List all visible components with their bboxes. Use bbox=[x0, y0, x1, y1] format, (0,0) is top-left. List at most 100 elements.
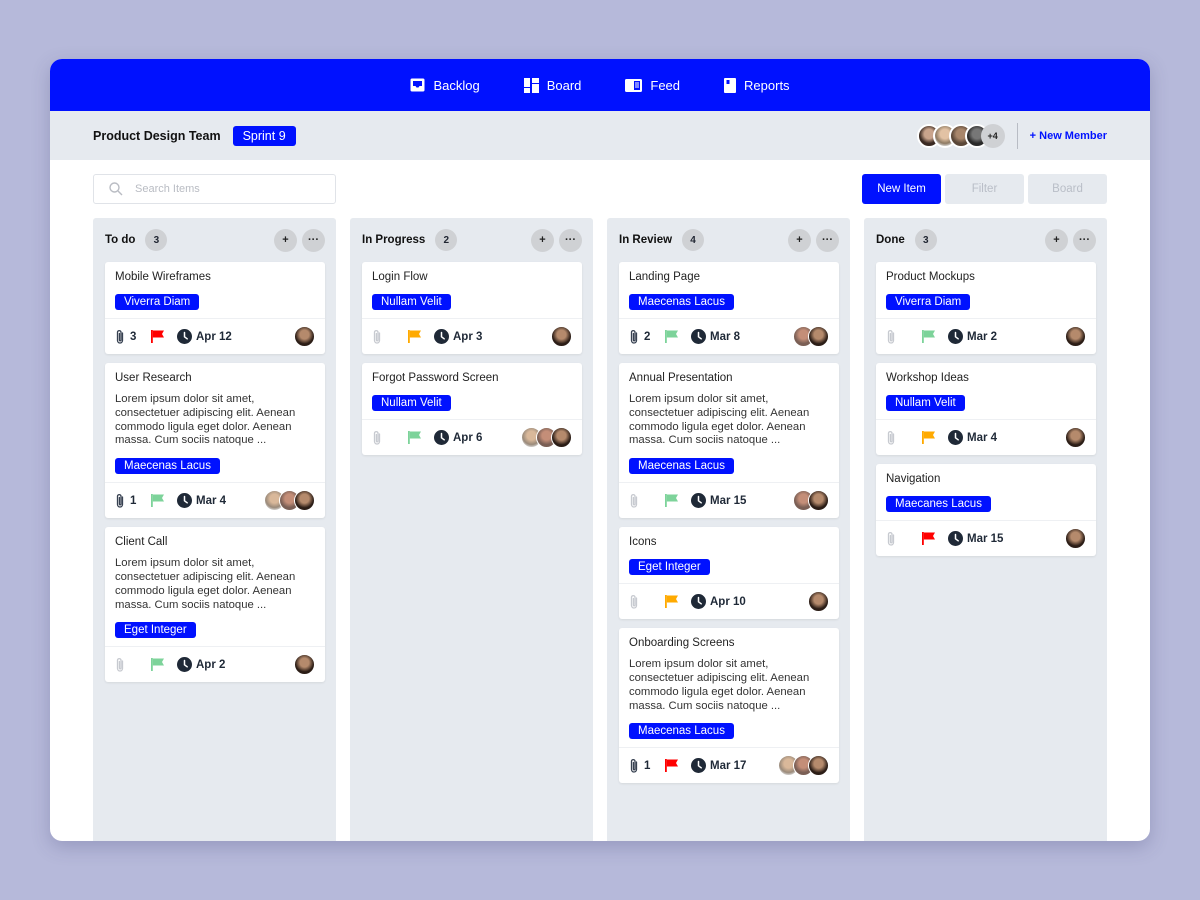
card-assignees[interactable] bbox=[294, 654, 315, 676]
add-card-button[interactable]: + bbox=[788, 228, 811, 252]
attachments[interactable]: 3 bbox=[115, 329, 147, 345]
attachments[interactable]: 2 bbox=[629, 329, 661, 345]
priority-flag[interactable] bbox=[408, 431, 434, 444]
priority-flag[interactable] bbox=[408, 330, 434, 343]
card-tag[interactable]: Eget Integer bbox=[115, 622, 196, 639]
card-title: Login Flow bbox=[372, 271, 428, 283]
nav-feed-label: Feed bbox=[650, 77, 681, 93]
new-item-button[interactable]: New Item bbox=[862, 174, 941, 204]
card-assignees[interactable] bbox=[551, 326, 572, 347]
task-card[interactable]: Product Mockups Viverra Diam Mar 2 bbox=[876, 262, 1096, 354]
priority-flag[interactable] bbox=[922, 431, 948, 444]
attachments[interactable] bbox=[372, 329, 404, 345]
due-date[interactable]: Mar 8 bbox=[691, 329, 740, 344]
flag-icon bbox=[665, 759, 678, 773]
priority-flag[interactable] bbox=[665, 330, 691, 343]
task-card[interactable]: Mobile Wireframes Viverra Diam 3 Apr 12 bbox=[105, 262, 325, 354]
column-menu-button[interactable]: ··· bbox=[559, 228, 582, 252]
card-assignees[interactable] bbox=[521, 427, 572, 448]
attachments[interactable] bbox=[886, 531, 918, 547]
card-tag[interactable]: Maecenas Lacus bbox=[629, 294, 734, 310]
task-card[interactable]: Forgot Password Screen Nullam Velit Apr … bbox=[362, 363, 582, 455]
due-date[interactable]: Mar 15 bbox=[948, 531, 1003, 546]
card-assignees[interactable] bbox=[1065, 528, 1086, 549]
attachments[interactable]: 1 bbox=[629, 758, 661, 774]
due-date[interactable]: Mar 2 bbox=[948, 329, 997, 344]
column-menu-button[interactable]: ··· bbox=[816, 228, 839, 252]
task-card[interactable]: Annual Presentation Lorem ipsum dolor si… bbox=[619, 363, 839, 519]
priority-flag[interactable] bbox=[151, 658, 177, 672]
attachments[interactable] bbox=[886, 329, 918, 345]
due-date[interactable]: Mar 4 bbox=[177, 493, 226, 509]
task-card[interactable]: Onboarding Screens Lorem ipsum dolor sit… bbox=[619, 628, 839, 784]
nav-backlog[interactable]: Backlog bbox=[410, 78, 480, 93]
card-tag[interactable]: Maecenas Lacus bbox=[629, 458, 734, 475]
due-date[interactable]: Apr 3 bbox=[434, 329, 482, 344]
attachments[interactable] bbox=[629, 594, 661, 610]
due-date[interactable]: Mar 15 bbox=[691, 493, 746, 509]
nav-feed[interactable]: Feed bbox=[625, 78, 680, 93]
attachments[interactable] bbox=[886, 430, 918, 446]
due-date[interactable]: Apr 10 bbox=[691, 594, 746, 610]
sprint-badge[interactable]: Sprint 9 bbox=[232, 125, 296, 146]
card-tag[interactable]: Viverra Diam bbox=[886, 294, 971, 310]
card-assignees[interactable] bbox=[778, 755, 829, 777]
column-menu-button[interactable]: ··· bbox=[302, 228, 325, 252]
more-members-badge[interactable]: +4 bbox=[980, 123, 1005, 148]
card-assignees[interactable] bbox=[793, 490, 829, 512]
task-card[interactable]: Landing Page Maecenas Lacus 2 Mar 8 bbox=[619, 262, 839, 354]
task-card[interactable]: Login Flow Nullam Velit Apr 3 bbox=[362, 262, 582, 354]
card-footer: Mar 15 bbox=[619, 482, 839, 518]
nav-board[interactable]: Board bbox=[523, 77, 581, 93]
nav-reports[interactable]: Reports bbox=[724, 77, 790, 93]
card-tag[interactable]: Nullam Velit bbox=[372, 294, 451, 310]
column-menu-button[interactable]: ··· bbox=[1073, 228, 1096, 252]
priority-flag[interactable] bbox=[922, 330, 948, 343]
task-card[interactable]: Icons Eget Integer Apr 10 bbox=[619, 527, 839, 620]
column-header: In Progress 2 + ··· bbox=[362, 218, 582, 262]
card-footer: Apr 10 bbox=[619, 583, 839, 619]
attachments[interactable] bbox=[115, 657, 147, 673]
priority-flag[interactable] bbox=[665, 759, 691, 773]
priority-flag[interactable] bbox=[151, 494, 177, 508]
card-assignees[interactable] bbox=[793, 326, 829, 347]
task-card[interactable]: Workshop Ideas Nullam Velit Mar 4 bbox=[876, 363, 1096, 455]
search-input[interactable] bbox=[135, 183, 315, 195]
due-date[interactable]: Apr 12 bbox=[177, 329, 232, 344]
due-date[interactable]: Apr 6 bbox=[434, 430, 482, 445]
task-card[interactable]: Client Call Lorem ipsum dolor sit amet, … bbox=[105, 527, 325, 683]
priority-flag[interactable] bbox=[151, 330, 177, 343]
attachments[interactable] bbox=[372, 430, 404, 446]
search-box[interactable] bbox=[93, 174, 336, 204]
task-card[interactable]: User Research Lorem ipsum dolor sit amet… bbox=[105, 363, 325, 519]
due-date[interactable]: Mar 17 bbox=[691, 758, 746, 774]
task-card[interactable]: Navigation Maecanes Lacus Mar 15 bbox=[876, 464, 1096, 556]
card-tag[interactable]: Maecenas Lacus bbox=[115, 458, 220, 475]
new-member-button[interactable]: + New Member bbox=[1030, 130, 1107, 142]
add-card-button[interactable]: + bbox=[531, 228, 554, 252]
filter-button[interactable]: Filter bbox=[945, 174, 1024, 204]
card-tag[interactable]: Viverra Diam bbox=[115, 294, 200, 310]
card-tag[interactable]: Maecanes Lacus bbox=[886, 496, 991, 512]
member-avatars[interactable]: +4 bbox=[916, 123, 1005, 148]
card-tag[interactable]: Nullam Velit bbox=[372, 395, 451, 411]
board-button[interactable]: Board bbox=[1028, 174, 1107, 204]
priority-flag[interactable] bbox=[922, 532, 948, 545]
card-assignees[interactable] bbox=[808, 591, 829, 613]
priority-flag[interactable] bbox=[665, 494, 691, 508]
card-tag[interactable]: Nullam Velit bbox=[886, 395, 965, 411]
add-card-button[interactable]: + bbox=[1045, 228, 1068, 252]
due-date[interactable]: Apr 2 bbox=[177, 657, 225, 673]
attachments[interactable]: 1 bbox=[115, 493, 147, 509]
priority-flag[interactable] bbox=[665, 595, 691, 609]
add-card-button[interactable]: + bbox=[274, 228, 297, 252]
card-assignees[interactable] bbox=[1065, 326, 1086, 347]
card-tag[interactable]: Eget Integer bbox=[629, 559, 710, 576]
card-tag[interactable]: Maecenas Lacus bbox=[629, 723, 734, 740]
card-assignees[interactable] bbox=[294, 326, 315, 347]
card-assignees[interactable] bbox=[264, 490, 315, 512]
attachments[interactable] bbox=[629, 493, 661, 509]
card-assignees[interactable] bbox=[1065, 427, 1086, 448]
due-date[interactable]: Mar 4 bbox=[948, 430, 997, 445]
card-footer: 1 Mar 4 bbox=[105, 482, 325, 518]
